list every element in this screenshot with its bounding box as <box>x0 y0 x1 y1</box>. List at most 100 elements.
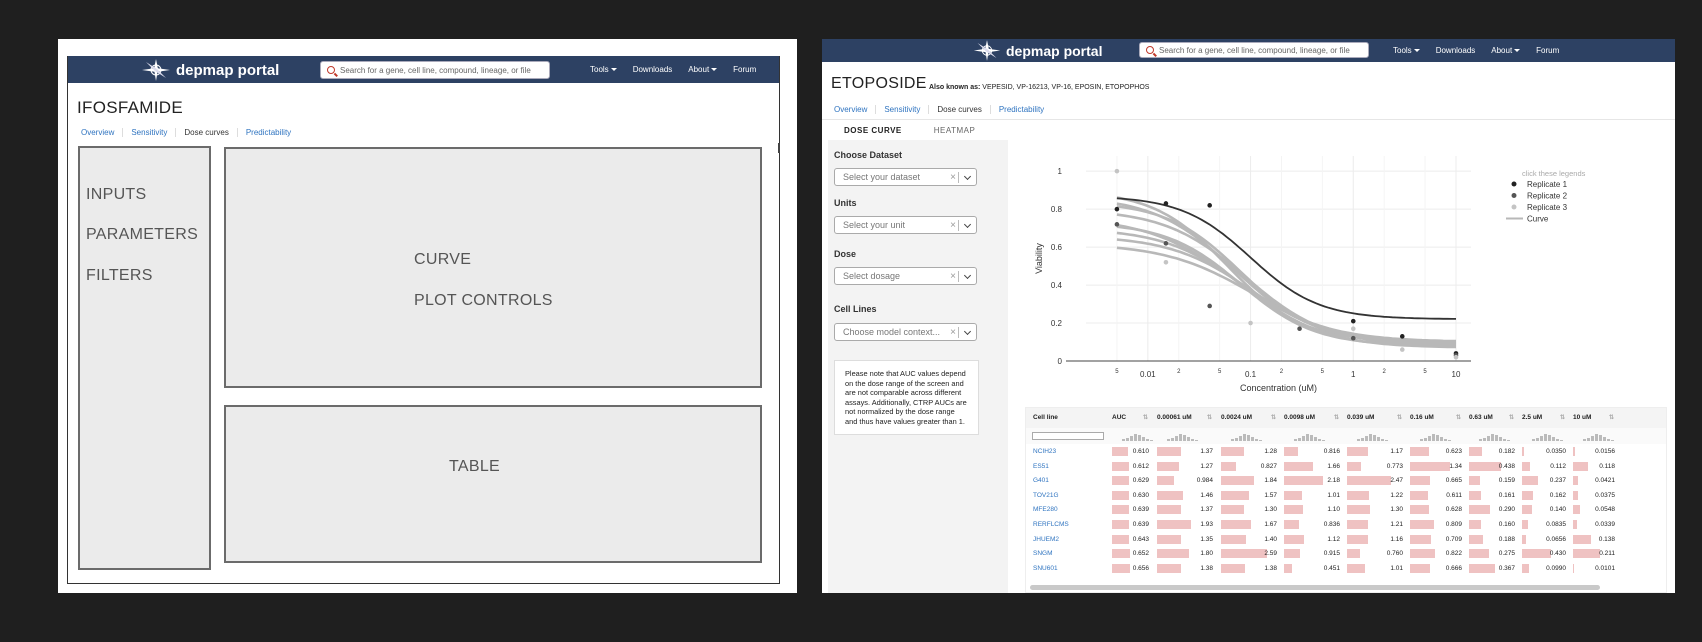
table-cell: 0.629 <box>1132 477 1149 485</box>
histogram-bar <box>1583 439 1586 441</box>
sort-icon[interactable]: ⇅ <box>1271 414 1276 421</box>
histogram-bar <box>1259 440 1262 441</box>
cell-line-filter-input[interactable] <box>1032 432 1104 440</box>
sort-icon[interactable]: ⇅ <box>1143 414 1148 421</box>
nav-forum[interactable]: Forum <box>1536 46 1559 55</box>
sort-icon[interactable]: ⇅ <box>1609 414 1614 421</box>
clear-icon[interactable]: × <box>950 220 956 231</box>
histogram-bar <box>1179 434 1182 441</box>
nav-downloads[interactable]: Downloads <box>633 65 673 74</box>
tab-sensitivity[interactable]: Sensitivity <box>876 105 930 114</box>
cell-line-link[interactable]: G401 <box>1033 477 1049 484</box>
table-cell: 1.46 <box>1200 491 1213 499</box>
histogram-bar <box>1536 438 1539 441</box>
tab-sensitivity[interactable]: Sensitivity <box>123 128 177 137</box>
tab-overview[interactable]: Overview <box>73 128 124 137</box>
column-header[interactable]: 0.0024 uM <box>1221 414 1252 421</box>
table-cell: 0.0548 <box>1595 506 1615 514</box>
histogram-bar <box>1377 437 1380 441</box>
nav-tools[interactable]: Tools <box>590 65 617 74</box>
cell-line-link[interactable]: NCIH23 <box>1033 448 1056 455</box>
column-header[interactable]: 2.5 uM <box>1522 414 1542 421</box>
fit-curve <box>1116 231 1456 349</box>
chevron-down-icon[interactable] <box>963 327 972 336</box>
column-header[interactable]: Cell line <box>1033 414 1058 421</box>
table-cell: 1.10 <box>1327 506 1340 514</box>
table-row[interactable]: SNU601 0.656 1.38 1.38 0.451 1.01 0.666 0.367 0.… <box>1026 562 1666 577</box>
cell-line-link[interactable]: TOV21G <box>1033 492 1059 499</box>
table-row[interactable]: ES51 0.612 1.27 0.827 1.66 0.773 1.34 0.438 0.11… <box>1026 460 1666 475</box>
tab-predictability[interactable]: Predictability <box>991 105 1052 114</box>
legend-marker[interactable] <box>1511 204 1517 210</box>
units-select[interactable]: Select your unit × <box>834 216 977 234</box>
clear-icon[interactable]: × <box>950 172 956 183</box>
column-header[interactable]: 0.16 uM <box>1410 414 1434 421</box>
column-header[interactable]: 10 uM <box>1573 414 1591 421</box>
cell-lines-select[interactable]: Choose model context... × <box>834 323 977 341</box>
cell-line-link[interactable]: SNGM <box>1033 550 1053 557</box>
brand[interactable]: depmap portal <box>138 59 279 81</box>
chevron-down-icon[interactable] <box>963 220 972 229</box>
cell-line-link[interactable]: SNU601 <box>1033 565 1058 572</box>
sort-icon[interactable]: ⇅ <box>1509 414 1514 421</box>
nav-tools[interactable]: Tools <box>1393 46 1420 55</box>
search-input[interactable]: Search for a gene, cell line, compound, … <box>320 61 550 79</box>
legend-item[interactable]: Replicate 3 <box>1527 203 1568 212</box>
brand[interactable]: depmap portal <box>970 40 1102 61</box>
sort-icon[interactable]: ⇅ <box>1397 414 1402 421</box>
column-header[interactable]: 0.0098 uM <box>1284 414 1315 421</box>
nav-about[interactable]: About <box>688 65 718 74</box>
tab-predictability[interactable]: Predictability <box>238 128 299 137</box>
dose-select[interactable]: Select dosage × <box>834 267 977 285</box>
table-cell: 0.211 <box>1599 550 1615 558</box>
clear-icon[interactable]: × <box>950 271 956 282</box>
legend-marker[interactable] <box>1511 193 1517 198</box>
table-row[interactable]: MFE280 0.639 1.37 1.30 1.10 1.30 0.628 0.290 0.1… <box>1026 503 1666 518</box>
data-point <box>1297 326 1302 332</box>
legend-marker[interactable] <box>1511 181 1517 187</box>
table-row[interactable]: RERFLCMS 0.639 1.93 1.67 0.836 1.21 0.809 0.160… <box>1026 518 1666 533</box>
cell-line-link[interactable]: RERFLCMS <box>1033 521 1069 528</box>
horizontal-scrollbar[interactable] <box>1030 585 1600 590</box>
table-row[interactable]: JHUEM2 0.643 1.35 1.40 1.12 1.16 0.709 0.188 0.0… <box>1026 533 1666 548</box>
sort-icon[interactable]: ⇅ <box>1456 414 1461 421</box>
table-cell: 1.16 <box>1390 535 1403 543</box>
cell-line-link[interactable]: MFE280 <box>1033 506 1058 513</box>
data-point <box>1350 318 1356 324</box>
search-input[interactable]: Search for a gene, cell line, compound, … <box>1139 42 1369 58</box>
table-cell: 0.665 <box>1445 477 1462 485</box>
legend-item[interactable]: Curve <box>1527 215 1549 224</box>
histogram-bar <box>1122 439 1125 441</box>
table-cell: 0.984 <box>1196 477 1213 485</box>
sort-icon[interactable]: ⇅ <box>1334 414 1339 421</box>
sort-icon[interactable]: ⇅ <box>1207 414 1212 421</box>
column-header[interactable]: AUC <box>1112 414 1126 421</box>
chart-legend[interactable]: click these legends Replicate 1 Replicate… <box>1506 169 1586 224</box>
column-header[interactable]: 0.00061 uM <box>1157 414 1192 421</box>
clear-icon[interactable]: × <box>950 327 956 338</box>
cell-line-link[interactable]: ES51 <box>1033 463 1049 470</box>
dataset-select[interactable]: Select your dataset × <box>834 168 977 186</box>
wireframe-frame: depmap portal Search for a gene, cell li… <box>67 56 780 584</box>
histogram-bar <box>1385 440 1388 441</box>
chart-curves <box>1116 196 1457 349</box>
tab-dose-curves[interactable]: Dose curves <box>929 105 991 114</box>
dose-response-chart: 0 0.2 0.4 0.6 0.8 1 0.01 0.1 1 10 5 2 5 2 5 2 5 Concentr… <box>1034 156 1586 393</box>
nav-downloads[interactable]: Downloads <box>1436 46 1476 55</box>
column-header[interactable]: 0.63 uM <box>1469 414 1493 421</box>
cell-line-link[interactable]: JHUEM2 <box>1033 536 1059 543</box>
sort-icon[interactable]: ⇅ <box>1560 414 1565 421</box>
table-row[interactable]: G401 0.629 0.984 1.84 2.18 2.47 0.665 0.159 0.23… <box>1026 474 1666 489</box>
chevron-down-icon[interactable] <box>963 271 972 280</box>
legend-item[interactable]: Replicate 2 <box>1527 192 1568 201</box>
table-row[interactable]: NCIH23 0.610 1.37 1.28 0.816 1.17 0.623 0.182 0.… <box>1026 445 1666 460</box>
column-header[interactable]: 0.039 uM <box>1347 414 1374 421</box>
chevron-down-icon[interactable] <box>963 172 972 181</box>
tab-dose-curves[interactable]: Dose curves <box>176 128 238 137</box>
table-row[interactable]: TOV21G 0.630 1.46 1.57 1.01 1.22 0.611 0.161 0.1… <box>1026 489 1666 504</box>
nav-about[interactable]: About <box>1491 46 1521 55</box>
nav-forum[interactable]: Forum <box>733 65 756 74</box>
tab-overview[interactable]: Overview <box>826 105 877 114</box>
legend-item[interactable]: Replicate 1 <box>1527 180 1568 189</box>
table-row[interactable]: SNGM 0.652 1.80 2.59 0.915 0.760 0.822 0.275 0.4… <box>1026 547 1666 562</box>
